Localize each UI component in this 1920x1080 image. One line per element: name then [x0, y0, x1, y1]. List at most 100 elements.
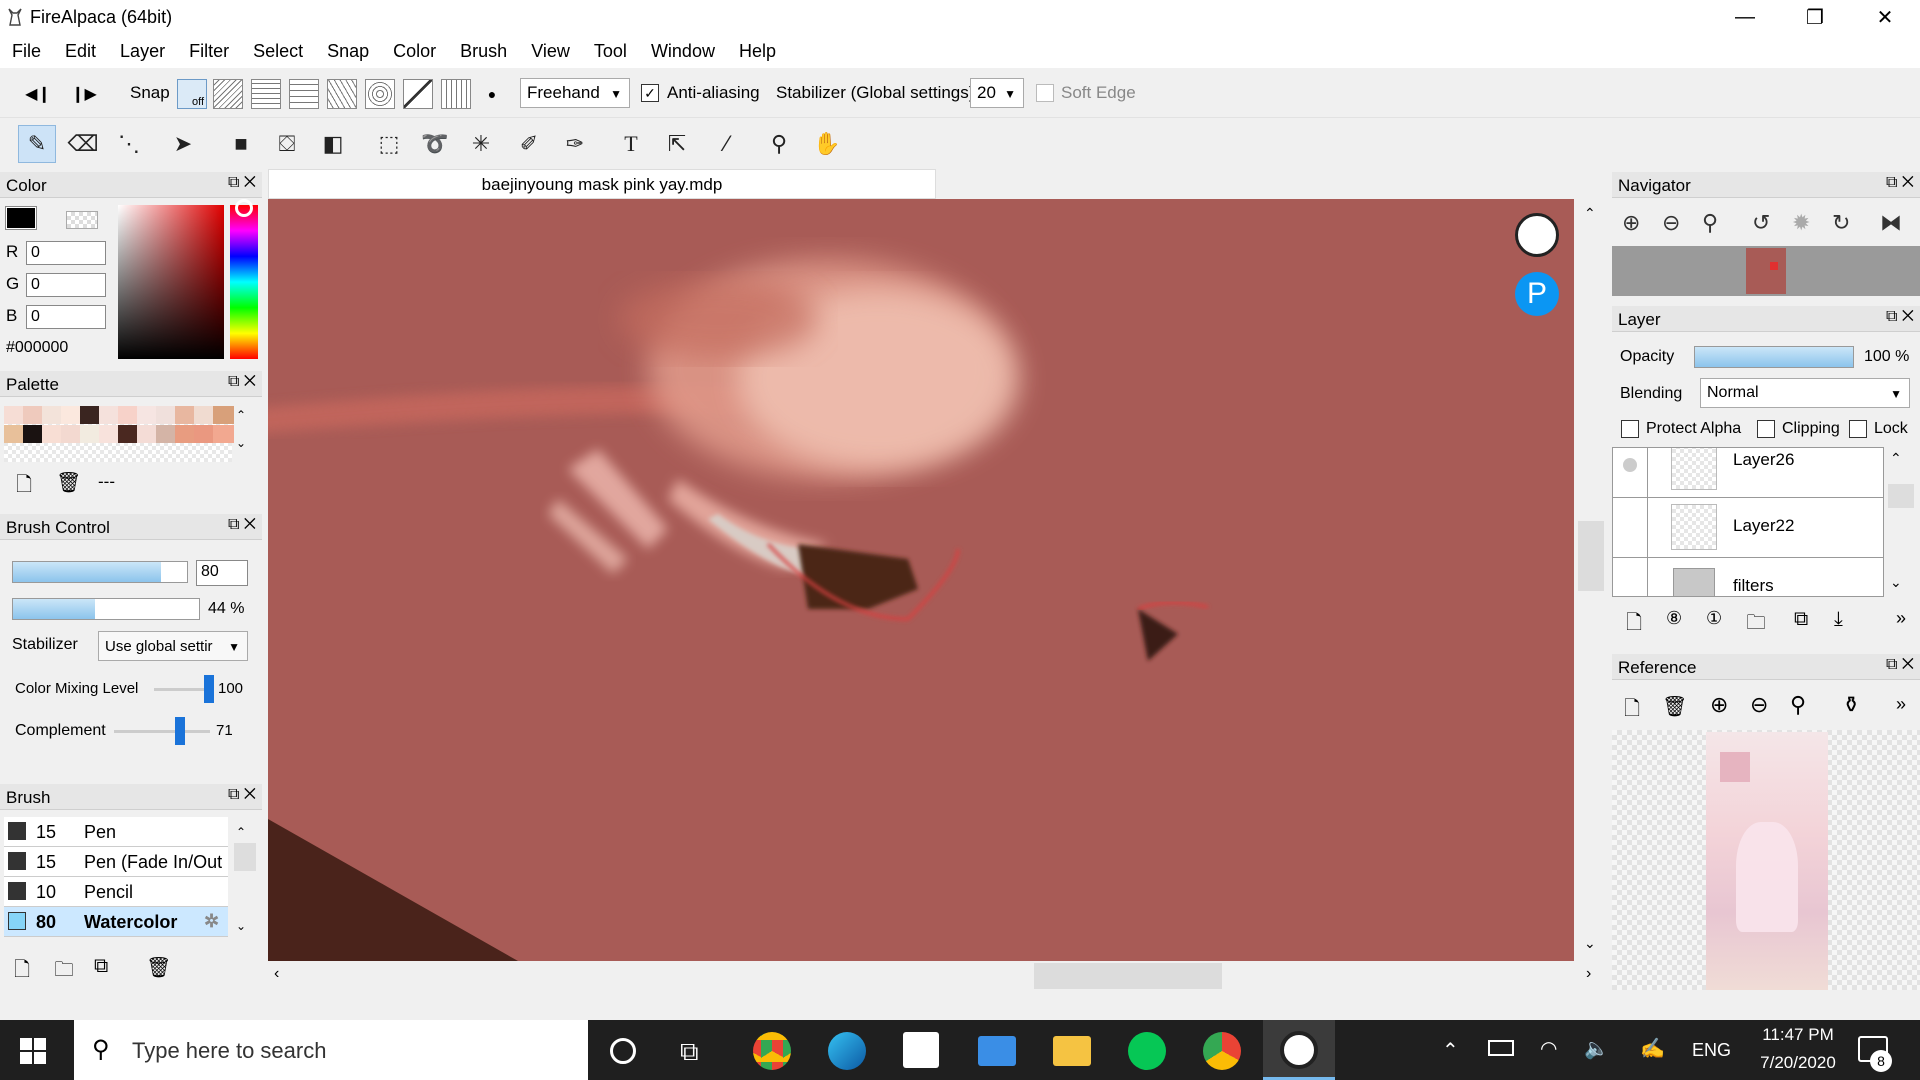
open-reference-icon[interactable]: 🗋 — [1624, 694, 1640, 728]
menu-file[interactable]: File — [0, 41, 53, 62]
foreground-color-swatch[interactable] — [5, 206, 37, 230]
chevron-down-icon[interactable]: ⌄ — [1890, 574, 1902, 591]
panel-buttons[interactable]: ⧉ ✕ — [228, 516, 256, 534]
lock-checkbox[interactable] — [1849, 420, 1867, 438]
text-tool-icon[interactable]: T — [612, 125, 650, 163]
fill-rect-tool-icon[interactable]: ■ — [222, 125, 260, 163]
background-color-swatch[interactable] — [66, 211, 98, 229]
brush-mode-dropdown[interactable]: Freehand ▼ — [520, 78, 630, 108]
gear-icon[interactable]: ✲ — [204, 911, 219, 932]
brush-folder-icon[interactable]: 🗀 — [54, 955, 74, 989]
divide-tool-icon[interactable]: ⁄ — [708, 125, 746, 163]
more-options-icon[interactable]: » — [1896, 608, 1906, 629]
palette-swatch[interactable] — [80, 425, 101, 443]
battery-icon[interactable] — [1488, 1040, 1514, 1056]
chevron-up-icon[interactable]: ⌃ — [1442, 1038, 1459, 1063]
undo-icon[interactable]: ◀❙ — [24, 80, 52, 108]
menu-color[interactable]: Color — [381, 41, 448, 62]
chevron-up-icon[interactable]: ⌃ — [236, 825, 246, 839]
hue-slider[interactable] — [230, 205, 258, 359]
chevron-up-icon[interactable]: ⌃ — [1584, 205, 1596, 222]
palette-swatch[interactable] — [42, 425, 63, 443]
firealpaca-taskbar-button[interactable] — [1263, 1020, 1335, 1080]
pen-tool-icon[interactable]: ✎ — [18, 125, 56, 163]
brush-size-input[interactable]: 80 — [196, 560, 248, 586]
saturation-value-picker[interactable] — [118, 205, 224, 359]
reset-rotation-icon[interactable]: ✹ — [1792, 210, 1810, 236]
palette-swatch[interactable] — [80, 406, 101, 424]
new-1bit-layer-icon[interactable]: ① — [1706, 608, 1722, 629]
drawing-canvas[interactable]: P — [268, 199, 1574, 961]
chevron-up-icon[interactable]: ⌃ — [1890, 450, 1902, 467]
palette-swatch[interactable] — [137, 425, 158, 443]
snap-horizontal-icon[interactable] — [289, 79, 319, 109]
select-pen-tool-icon[interactable]: ✐ — [510, 125, 548, 163]
zoom-fit-icon[interactable]: ⚲ — [1790, 692, 1806, 718]
new-layer-icon[interactable]: 🗋 — [1626, 608, 1642, 642]
snap-perspective-icon[interactable] — [327, 79, 357, 109]
palette-swatch[interactable] — [156, 406, 177, 424]
palette-swatch[interactable] — [99, 406, 120, 424]
microsoft-store-icon[interactable] — [903, 1032, 939, 1068]
snap-curve-icon[interactable] — [403, 79, 433, 109]
palette-swatch[interactable] — [42, 406, 63, 424]
chevron-down-icon[interactable]: ⌄ — [236, 919, 246, 933]
layer-opacity-slider[interactable] — [1694, 346, 1854, 368]
brush-item-watercolor[interactable]: 80 Watercolor ✲ — [4, 907, 228, 937]
task-view-icon[interactable]: ⧉ — [680, 1036, 699, 1068]
input-language[interactable]: ENG — [1692, 1040, 1731, 1061]
pen-workspace-icon[interactable]: ✍ — [1640, 1036, 1665, 1061]
chevron-right-icon[interactable]: › — [1586, 965, 1591, 983]
speaker-icon[interactable]: 🔈 — [1584, 1036, 1609, 1061]
hand-tool-icon[interactable]: ✋ — [808, 125, 846, 163]
menu-brush[interactable]: Brush — [448, 41, 519, 62]
palette-swatch[interactable] — [137, 406, 158, 424]
palette-swatch[interactable] — [156, 425, 177, 443]
taskbar-search-box[interactable]: ⚲ Type here to search — [74, 1020, 588, 1080]
pixiv-icon[interactable]: P — [1515, 272, 1559, 316]
eyedropper-icon[interactable]: ⚱ — [1842, 692, 1860, 718]
panel-buttons[interactable]: ⧉ ✕ — [228, 174, 256, 192]
file-explorer-icon[interactable] — [1053, 1036, 1091, 1066]
snap-settings-dot-icon[interactable]: ● — [478, 80, 506, 108]
new-palette-icon[interactable]: 🗋 — [16, 470, 32, 504]
wifi-icon[interactable]: ◠ — [1540, 1036, 1557, 1061]
palette-swatch[interactable] — [61, 406, 82, 424]
stabilizer-dropdown[interactable]: 20 ▼ — [970, 78, 1024, 108]
chrome-icon-2[interactable] — [1203, 1032, 1241, 1070]
palette-swatch[interactable] — [4, 425, 25, 443]
complement-thumb[interactable] — [175, 717, 186, 745]
more-options-icon[interactable]: » — [1896, 694, 1906, 715]
palette-swatch[interactable] — [194, 425, 215, 443]
menu-tool[interactable]: Tool — [582, 41, 639, 62]
cortana-icon[interactable] — [610, 1038, 636, 1064]
duplicate-layer-icon[interactable]: ⧉ — [1794, 608, 1808, 631]
brush-item-pencil[interactable]: 10 Pencil — [4, 877, 228, 907]
panel-buttons[interactable]: ⧉ ✕ — [1886, 174, 1914, 192]
clock-time[interactable]: 11:47 PM — [1748, 1025, 1848, 1045]
palette-swatch[interactable] — [23, 406, 44, 424]
rotate-left-icon[interactable]: ↺ — [1752, 210, 1770, 236]
palette-swatch[interactable] — [61, 425, 82, 443]
visibility-icon[interactable] — [1623, 458, 1637, 472]
alpaca-mascot-icon[interactable] — [1515, 213, 1559, 257]
layer-row-filters-folder[interactable]: filters — [1613, 558, 1883, 596]
brush-item-pen[interactable]: 15 Pen — [4, 817, 228, 847]
palette-swatch[interactable] — [175, 425, 196, 443]
snap-3d-perspective-icon[interactable] — [441, 79, 471, 109]
snap-parallel-icon[interactable] — [213, 79, 243, 109]
delete-palette-icon[interactable]: 🗑 — [56, 470, 81, 495]
operation-tool-icon[interactable]: ⇱ — [658, 125, 696, 163]
blending-dropdown[interactable]: Normal ▼ — [1700, 378, 1910, 408]
clipping-checkbox[interactable] — [1757, 420, 1775, 438]
chrome-icon[interactable] — [753, 1032, 791, 1070]
g-input[interactable]: 0 — [26, 273, 106, 297]
palette-swatch[interactable] — [118, 406, 139, 424]
reference-view[interactable] — [1612, 730, 1920, 990]
move-tool-icon[interactable]: ➤ — [164, 125, 202, 163]
zoom-out-icon[interactable]: ⊖ — [1662, 210, 1680, 236]
minimize-button[interactable]: — — [1710, 0, 1780, 34]
palette-swatch[interactable] — [194, 406, 215, 424]
brush-item-pen-fade[interactable]: 15 Pen (Fade In/Out — [4, 847, 228, 877]
brush-opacity-slider[interactable] — [12, 598, 200, 620]
